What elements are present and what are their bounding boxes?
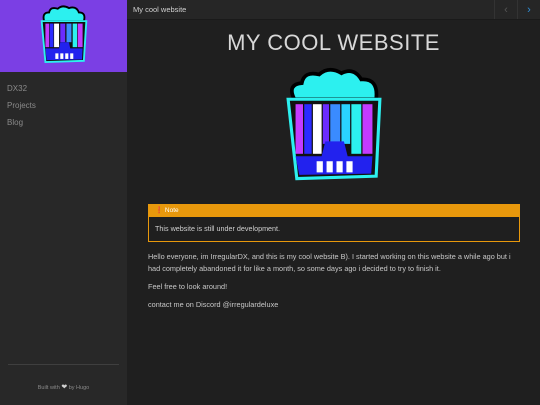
chevron-left-icon[interactable]: ‹ (494, 0, 517, 19)
sidebar-footer: Built with ❤ by Hugo (0, 383, 127, 391)
main-content: MY COOL WEBSITE ❗ Note This website is s… (127, 20, 540, 405)
footer-prefix: Built with (37, 385, 60, 391)
note-label: Note (164, 207, 179, 214)
footer-suffix: by Hugo (68, 385, 90, 391)
page-navigation: ‹ › (494, 0, 540, 19)
heart-icon: ❤ (61, 384, 68, 391)
sidebar-divider (8, 364, 119, 365)
hero-logo-icon (286, 67, 382, 181)
page-title: MY COOL WEBSITE (227, 30, 440, 55)
sidebar: DX32 Projects Blog Built with ❤ by Hugo (0, 0, 127, 405)
note-box: ❗ Note This website is still under devel… (148, 204, 520, 242)
note-text: This website is still under development. (149, 217, 519, 241)
look-around-paragraph: Feel free to look around! (148, 282, 228, 291)
article-body: Hello everyone, im IrregularDX, and this… (148, 251, 520, 317)
info-icon: ❗ (155, 207, 164, 214)
chevron-right-icon[interactable]: › (517, 0, 540, 19)
sidebar-item-projects[interactable]: Projects (7, 97, 127, 114)
sidebar-logo[interactable] (0, 0, 127, 72)
contact-paragraph: contact me on Discord @irregulardeluxe (148, 300, 279, 309)
site-logo-icon (40, 5, 87, 63)
sidebar-item-blog[interactable]: Blog (7, 114, 127, 131)
topbar: My cool website ‹ › (127, 0, 540, 20)
sidebar-item-dx32[interactable]: DX32 (7, 80, 127, 97)
sidebar-nav: DX32 Projects Blog (0, 80, 127, 131)
topbar-title: My cool website (133, 5, 187, 14)
intro-paragraph: Hello everyone, im IrregularDX, and this… (148, 252, 511, 273)
note-header: ❗ Note (149, 205, 519, 217)
